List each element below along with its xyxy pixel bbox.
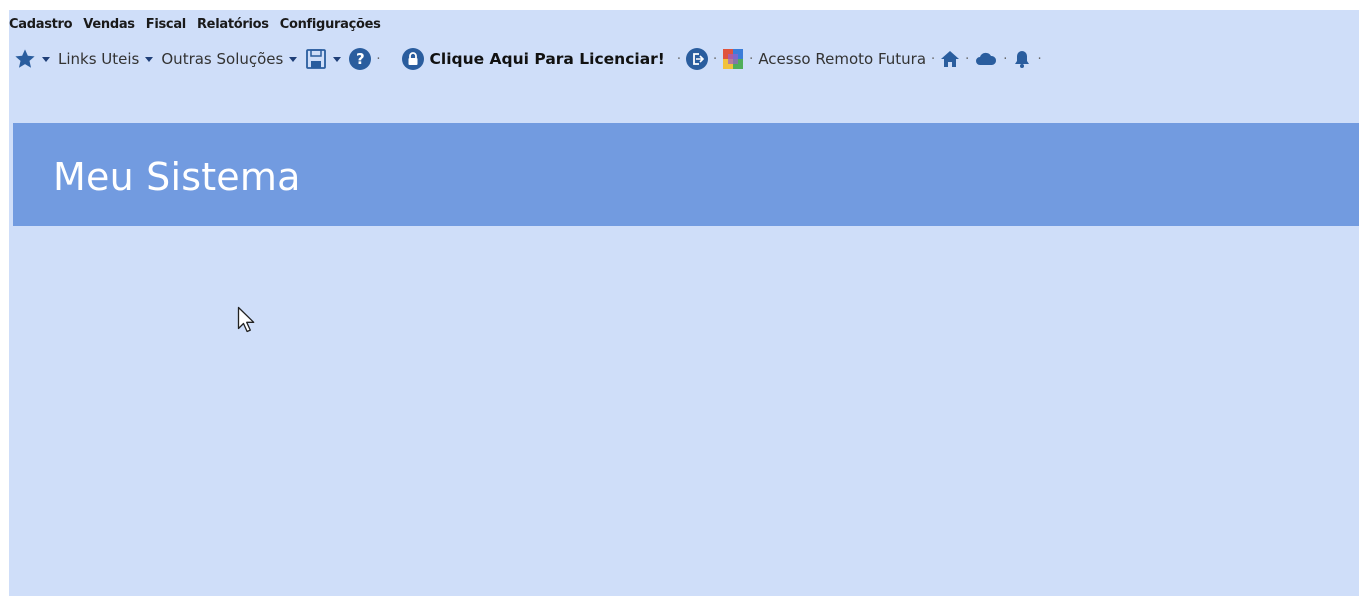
logout-button[interactable] (686, 48, 709, 70)
outras-solucoes-label: Outras Soluções (161, 50, 284, 68)
licenciar-button[interactable]: Clique Aqui Para Licenciar! (401, 48, 665, 70)
notifications-button[interactable] (1012, 49, 1032, 69)
floppy-disk-icon (306, 49, 327, 69)
help-icon: ? (349, 48, 372, 70)
chevron-down-icon (42, 56, 50, 62)
toolbar-separator: · (376, 51, 381, 67)
menu-configuracoes[interactable]: Configurações (280, 17, 381, 32)
links-uteis-label: Links Uteis (58, 50, 140, 68)
links-uteis-dropdown[interactable]: Links Uteis (58, 50, 161, 68)
apps-button[interactable] (722, 48, 744, 70)
toolbar-separator: · (676, 51, 682, 67)
home-icon (941, 51, 960, 67)
toolbar-separator: · (931, 51, 936, 67)
help-button[interactable]: ? (349, 48, 372, 70)
colorful-grid-icon (723, 49, 744, 69)
licenciar-label: Clique Aqui Para Licenciar! (429, 50, 665, 68)
cloud-icon (976, 52, 997, 65)
menu-fiscal[interactable]: Fiscal (146, 17, 187, 32)
chevron-down-icon (289, 56, 298, 62)
star-icon (15, 49, 35, 68)
page-title: Meu Sistema (53, 155, 301, 199)
save-button[interactable] (305, 48, 349, 70)
favorites-button[interactable] (14, 48, 58, 70)
chevron-down-icon (145, 56, 154, 62)
mouse-cursor-icon (237, 306, 255, 333)
toolbar-separator: · (1037, 51, 1042, 67)
toolbar-separator: · (749, 51, 754, 67)
chevron-down-icon (333, 56, 342, 62)
app-window: Cadastro Vendas Fiscal Relatórios Config… (9, 10, 1359, 596)
exit-icon (686, 48, 709, 70)
cloud-button[interactable] (974, 50, 998, 68)
toolbar-separator: · (713, 51, 718, 67)
lock-icon (401, 48, 424, 70)
menu-cadastro[interactable]: Cadastro (9, 17, 73, 32)
toolbar-separator: · (1003, 51, 1008, 67)
menu-vendas[interactable]: Vendas (83, 17, 135, 32)
home-button[interactable] (940, 49, 960, 69)
menu-relatorios[interactable]: Relatórios (197, 17, 269, 32)
outras-solucoes-dropdown[interactable]: Outras Soluções (161, 50, 305, 68)
header-banner: Meu Sistema (13, 123, 1359, 226)
toolbar-separator: · (965, 51, 970, 67)
menu-bar: Cadastro Vendas Fiscal Relatórios Config… (9, 15, 392, 33)
acesso-remoto-button[interactable]: Acesso Remoto Futura (758, 50, 926, 68)
toolbar: Links Uteis Outras Soluções ? · Clique A… (14, 46, 1047, 72)
bell-icon (1015, 51, 1030, 68)
